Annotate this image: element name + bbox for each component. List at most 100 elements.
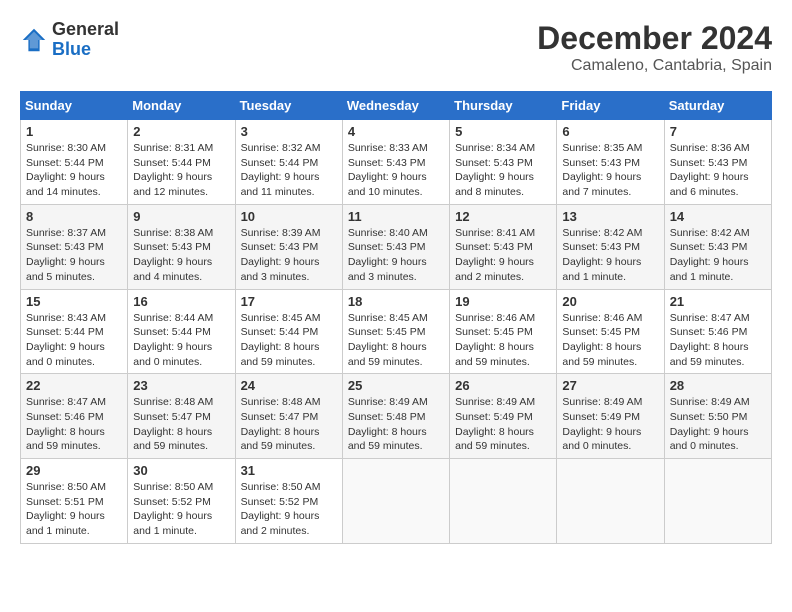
day-info: Sunrise: 8:44 AMSunset: 5:44 PMDaylight:… — [133, 311, 229, 370]
calendar-cell: 17 Sunrise: 8:45 AMSunset: 5:44 PMDayligh… — [235, 289, 342, 374]
calendar-cell: 16 Sunrise: 8:44 AMSunset: 5:44 PMDayligh… — [128, 289, 235, 374]
calendar-cell: 14Sunrise: 8:42 AMSunset: 5:43 PMDayligh… — [664, 204, 771, 289]
calendar-cell — [664, 459, 771, 544]
day-of-week-header: Saturday — [664, 92, 771, 120]
day-number: 1 — [26, 124, 122, 139]
calendar-week-row: 15 Sunrise: 8:43 AMSunset: 5:44 PMDayligh… — [21, 289, 772, 374]
calendar-cell — [450, 459, 557, 544]
calendar-cell: 12Sunrise: 8:41 AMSunset: 5:43 PMDayligh… — [450, 204, 557, 289]
day-number: 20 — [562, 294, 658, 309]
day-info: Sunrise: 8:39 AMSunset: 5:43 PMDaylight:… — [241, 226, 337, 285]
day-info: Sunrise: 8:47 AMSunset: 5:46 PMDaylight:… — [26, 395, 122, 454]
calendar-cell: 27Sunrise: 8:49 AMSunset: 5:49 PMDayligh… — [557, 374, 664, 459]
day-info: Sunrise: 8:48 AMSunset: 5:47 PMDaylight:… — [133, 395, 229, 454]
day-number: 29 — [26, 463, 122, 478]
day-number: 26 — [455, 378, 551, 393]
day-info: Sunrise: 8:37 AMSunset: 5:43 PMDaylight:… — [26, 226, 122, 285]
calendar-cell: 4 Sunrise: 8:33 AMSunset: 5:43 PMDaylight… — [342, 120, 449, 205]
day-info: Sunrise: 8:50 AMSunset: 5:51 PMDaylight:… — [26, 480, 122, 539]
calendar-cell: 8 Sunrise: 8:37 AMSunset: 5:43 PMDaylight… — [21, 204, 128, 289]
day-number: 23 — [133, 378, 229, 393]
day-number: 22 — [26, 378, 122, 393]
calendar-cell: 23 Sunrise: 8:48 AMSunset: 5:47 PMDayligh… — [128, 374, 235, 459]
day-number: 24 — [241, 378, 337, 393]
day-info: Sunrise: 8:43 AMSunset: 5:44 PMDaylight:… — [26, 311, 122, 370]
day-info: Sunrise: 8:30 AMSunset: 5:44 PMDaylight:… — [26, 141, 122, 200]
day-number: 2 — [133, 124, 229, 139]
day-of-week-header: Thursday — [450, 92, 557, 120]
day-info: Sunrise: 8:49 AMSunset: 5:50 PMDaylight:… — [670, 395, 766, 454]
day-number: 4 — [348, 124, 444, 139]
day-number: 25 — [348, 378, 444, 393]
day-number: 12 — [455, 209, 551, 224]
day-info: Sunrise: 8:45 AMSunset: 5:45 PMDaylight:… — [348, 311, 444, 370]
calendar-cell: 29 Sunrise: 8:50 AMSunset: 5:51 PMDayligh… — [21, 459, 128, 544]
day-info: Sunrise: 8:42 AMSunset: 5:43 PMDaylight:… — [562, 226, 658, 285]
day-info: Sunrise: 8:46 AMSunset: 5:45 PMDaylight:… — [562, 311, 658, 370]
calendar-cell: 9 Sunrise: 8:38 AMSunset: 5:43 PMDaylight… — [128, 204, 235, 289]
calendar-week-row: 29 Sunrise: 8:50 AMSunset: 5:51 PMDayligh… — [21, 459, 772, 544]
day-info: Sunrise: 8:47 AMSunset: 5:46 PMDaylight:… — [670, 311, 766, 370]
day-info: Sunrise: 8:49 AMSunset: 5:48 PMDaylight:… — [348, 395, 444, 454]
day-number: 31 — [241, 463, 337, 478]
logo: General Blue — [20, 20, 119, 60]
logo-text: General Blue — [52, 20, 119, 60]
calendar-cell: 28Sunrise: 8:49 AMSunset: 5:50 PMDayligh… — [664, 374, 771, 459]
day-number: 18 — [348, 294, 444, 309]
day-number: 17 — [241, 294, 337, 309]
day-number: 21 — [670, 294, 766, 309]
calendar-cell — [557, 459, 664, 544]
day-number: 9 — [133, 209, 229, 224]
day-number: 5 — [455, 124, 551, 139]
calendar-week-row: 22 Sunrise: 8:47 AMSunset: 5:46 PMDayligh… — [21, 374, 772, 459]
day-number: 3 — [241, 124, 337, 139]
calendar-cell: 30Sunrise: 8:50 AMSunset: 5:52 PMDayligh… — [128, 459, 235, 544]
calendar-cell: 18 Sunrise: 8:45 AMSunset: 5:45 PMDayligh… — [342, 289, 449, 374]
day-number: 10 — [241, 209, 337, 224]
day-info: Sunrise: 8:32 AMSunset: 5:44 PMDaylight:… — [241, 141, 337, 200]
calendar-cell: 11Sunrise: 8:40 AMSunset: 5:43 PMDayligh… — [342, 204, 449, 289]
day-info: Sunrise: 8:35 AMSunset: 5:43 PMDaylight:… — [562, 141, 658, 200]
day-info: Sunrise: 8:49 AMSunset: 5:49 PMDaylight:… — [562, 395, 658, 454]
day-of-week-header: Wednesday — [342, 92, 449, 120]
calendar-cell: 22 Sunrise: 8:47 AMSunset: 5:46 PMDayligh… — [21, 374, 128, 459]
calendar-cell: 15 Sunrise: 8:43 AMSunset: 5:44 PMDayligh… — [21, 289, 128, 374]
day-number: 16 — [133, 294, 229, 309]
title-block: December 2024 Camaleno, Cantabria, Spain — [537, 20, 772, 75]
calendar-week-row: 1 Sunrise: 8:30 AMSunset: 5:44 PMDaylight… — [21, 120, 772, 205]
calendar-cell: 6 Sunrise: 8:35 AMSunset: 5:43 PMDaylight… — [557, 120, 664, 205]
day-number: 6 — [562, 124, 658, 139]
day-info: Sunrise: 8:45 AMSunset: 5:44 PMDaylight:… — [241, 311, 337, 370]
calendar-cell: 25 Sunrise: 8:49 AMSunset: 5:48 PMDayligh… — [342, 374, 449, 459]
month-title: December 2024 — [537, 20, 772, 57]
day-number: 11 — [348, 209, 444, 224]
calendar-cell: 26 Sunrise: 8:49 AMSunset: 5:49 PMDayligh… — [450, 374, 557, 459]
calendar-cell: 31 Sunrise: 8:50 AMSunset: 5:52 PMDayligh… — [235, 459, 342, 544]
calendar-cell: 13 Sunrise: 8:42 AMSunset: 5:43 PMDayligh… — [557, 204, 664, 289]
day-info: Sunrise: 8:33 AMSunset: 5:43 PMDaylight:… — [348, 141, 444, 200]
calendar-cell: 1 Sunrise: 8:30 AMSunset: 5:44 PMDaylight… — [21, 120, 128, 205]
day-number: 15 — [26, 294, 122, 309]
day-number: 8 — [26, 209, 122, 224]
calendar-cell — [342, 459, 449, 544]
day-info: Sunrise: 8:31 AMSunset: 5:44 PMDaylight:… — [133, 141, 229, 200]
calendar-cell: 5Sunrise: 8:34 AMSunset: 5:43 PMDaylight… — [450, 120, 557, 205]
day-info: Sunrise: 8:36 AMSunset: 5:43 PMDaylight:… — [670, 141, 766, 200]
calendar-header-row: SundayMondayTuesdayWednesdayThursdayFrid… — [21, 92, 772, 120]
page-header: General Blue December 2024 Camaleno, Can… — [20, 20, 772, 75]
calendar-week-row: 8 Sunrise: 8:37 AMSunset: 5:43 PMDaylight… — [21, 204, 772, 289]
day-of-week-header: Friday — [557, 92, 664, 120]
day-number: 13 — [562, 209, 658, 224]
logo-blue: Blue — [52, 40, 119, 60]
day-number: 14 — [670, 209, 766, 224]
day-info: Sunrise: 8:49 AMSunset: 5:49 PMDaylight:… — [455, 395, 551, 454]
calendar-cell: 19Sunrise: 8:46 AMSunset: 5:45 PMDayligh… — [450, 289, 557, 374]
day-of-week-header: Sunday — [21, 92, 128, 120]
day-info: Sunrise: 8:48 AMSunset: 5:47 PMDaylight:… — [241, 395, 337, 454]
day-info: Sunrise: 8:50 AMSunset: 5:52 PMDaylight:… — [241, 480, 337, 539]
calendar-cell: 24 Sunrise: 8:48 AMSunset: 5:47 PMDayligh… — [235, 374, 342, 459]
day-info: Sunrise: 8:38 AMSunset: 5:43 PMDaylight:… — [133, 226, 229, 285]
day-of-week-header: Monday — [128, 92, 235, 120]
logo-general: General — [52, 20, 119, 40]
calendar-cell: 7Sunrise: 8:36 AMSunset: 5:43 PMDaylight… — [664, 120, 771, 205]
